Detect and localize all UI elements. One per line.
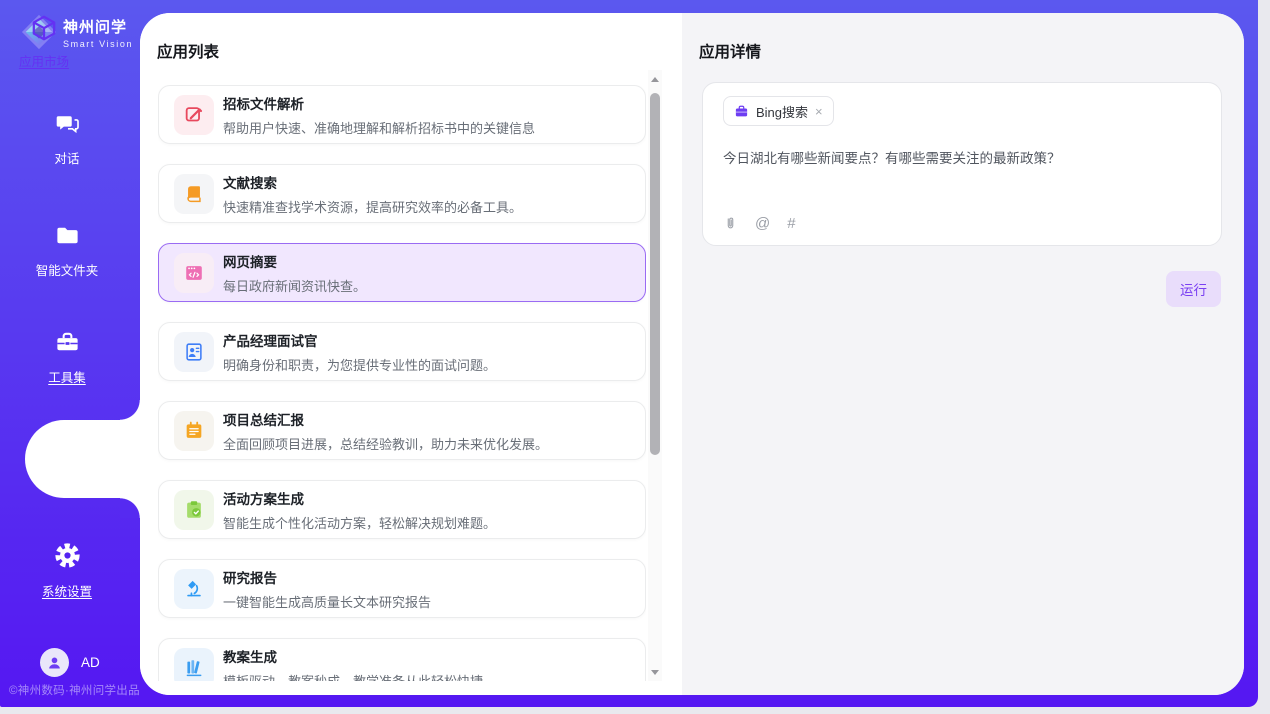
app-canvas: 神州问学 Smart Vision 对话 智能文件夹 — [0, 0, 1258, 707]
copyright-footer: ©神州数码·神州问学出品 — [9, 682, 140, 698]
hash-icon[interactable]: # — [787, 216, 795, 231]
app-desc: 明确身份和职责，为您提供专业性的面试问题。 — [223, 355, 496, 374]
sidebar-item-label: 工具集 — [0, 367, 134, 386]
input-toolbar: @ # — [723, 215, 796, 231]
blob-fillet-top — [120, 400, 140, 420]
app-card-bid-parse[interactable]: 招标文件解析 帮助用户快速、准确地理解和解析招标书中的关键信息 — [158, 85, 646, 144]
sidebar-item-toolset[interactable]: 工具集 — [0, 329, 134, 386]
clipboard-check-icon — [174, 490, 214, 530]
sidebar-item-label: 对话 — [0, 148, 134, 167]
app-name: 产品经理面试官 — [223, 330, 496, 350]
chip-label: Bing搜索 — [756, 102, 808, 121]
app-desc: 帮助用户快速、准确地理解和解析招标书中的关键信息 — [223, 118, 535, 137]
books-icon — [174, 648, 214, 682]
sidebar-item-settings[interactable]: 系统设置 — [0, 541, 134, 600]
cube-icon — [29, 13, 59, 43]
book-icon — [174, 174, 214, 214]
app-desc: 每日政府新闻资讯快查。 — [223, 276, 366, 295]
user-account[interactable]: AD — [40, 648, 100, 677]
folder-icon — [54, 222, 81, 249]
app-card-research-report[interactable]: 研究报告 一键智能生成高质量长文本研究报告 — [158, 559, 646, 618]
app-detail-panel: 应用详情 Bing搜索 × 今日湖北有哪些新闻要点？有哪些需要关注的最新政策？ — [682, 13, 1244, 695]
triangle-up-icon — [651, 77, 659, 82]
app-name: 招标文件解析 — [223, 93, 535, 113]
sidebar-active-highlight — [25, 420, 140, 498]
close-icon[interactable]: × — [815, 105, 823, 118]
app-name: 研究报告 — [223, 567, 431, 587]
main-window: 应用列表 招标文件解析 帮助用户快速、准确地理解和解析招标书中的关键信息 — [140, 13, 1244, 695]
microscope-icon — [174, 569, 214, 609]
app-card-event-plan[interactable]: 活动方案生成 智能生成个性化活动方案，轻松解决规划难题。 — [158, 480, 646, 539]
list-scrollbar[interactable] — [648, 70, 662, 681]
app-desc: 智能生成个性化活动方案，轻松解决规划难题。 — [223, 513, 496, 532]
app-desc: 一键智能生成高质量长文本研究报告 — [223, 592, 431, 611]
app-list-panel: 应用列表 招标文件解析 帮助用户快速、准确地理解和解析招标书中的关键信息 — [140, 13, 682, 695]
app-card-web-summary[interactable]: 网页摘要 每日政府新闻资讯快查。 — [158, 243, 646, 302]
sidebar-item-chat[interactable]: 对话 — [0, 110, 134, 167]
app-desc: 快速精准查找学术资源，提高研究效率的必备工具。 — [223, 197, 522, 216]
sidebar-item-label: 系统设置 — [0, 581, 134, 600]
mention-icon[interactable]: @ — [755, 216, 770, 231]
briefcase-icon — [734, 104, 749, 119]
sidebar-item-label: 应用市场 — [0, 51, 88, 70]
app-card-pm-interviewer[interactable]: 产品经理面试官 明确身份和职责，为您提供专业性的面试问题。 — [158, 322, 646, 381]
person-icon — [46, 654, 63, 671]
query-text[interactable]: 今日湖北有哪些新闻要点？有哪些需要关注的最新政策？ — [723, 149, 1203, 169]
app-name: 网页摘要 — [223, 251, 366, 271]
report-icon — [174, 411, 214, 451]
app-card-list: 招标文件解析 帮助用户快速、准确地理解和解析招标书中的关键信息 文献搜索 快速精… — [158, 85, 646, 681]
app-name: 活动方案生成 — [223, 488, 496, 508]
sidebar-item-smart-folder[interactable]: 智能文件夹 — [0, 222, 134, 279]
scrollbar-thumb[interactable] — [650, 93, 660, 455]
scroll-up-button[interactable] — [648, 72, 662, 86]
app-card-lesson-plan[interactable]: 教案生成 模板驱动，教案秒成，教学准备从此轻松快捷 — [158, 638, 646, 681]
paperclip-icon[interactable] — [723, 215, 738, 231]
gear-icon — [53, 541, 82, 570]
avatar — [40, 648, 69, 677]
toolbox-icon — [54, 329, 81, 356]
app-detail-title: 应用详情 — [699, 40, 761, 62]
app-name: 项目总结汇报 — [223, 409, 548, 429]
sidebar-item-label: 智能文件夹 — [0, 260, 134, 279]
app-desc: 模板驱动，教案秒成，教学准备从此轻松快捷 — [223, 671, 483, 682]
app-list-title: 应用列表 — [157, 40, 219, 62]
blob-fillet-bottom — [120, 498, 140, 518]
sidebar-item-app-market[interactable]: 应用市场 — [0, 13, 88, 70]
app-desc: 全面回顾项目进展，总结经验教训，助力未来优化发展。 — [223, 434, 548, 453]
query-input-card[interactable]: Bing搜索 × 今日湖北有哪些新闻要点？有哪些需要关注的最新政策？ @ # — [702, 82, 1222, 246]
run-button[interactable]: 运行 — [1166, 271, 1221, 307]
tool-chip-bing-search[interactable]: Bing搜索 × — [723, 96, 834, 126]
document-edit-icon — [174, 95, 214, 135]
app-name: 文献搜索 — [223, 172, 522, 192]
interviewer-icon — [174, 332, 214, 372]
triangle-down-icon — [651, 670, 659, 675]
scroll-down-button[interactable] — [648, 665, 662, 679]
app-card-literature-search[interactable]: 文献搜索 快速精准查找学术资源，提高研究效率的必备工具。 — [158, 164, 646, 223]
app-name: 教案生成 — [223, 646, 483, 666]
chat-icon — [54, 110, 81, 137]
user-initials: AD — [81, 655, 100, 670]
sidebar: 神州问学 Smart Vision 对话 智能文件夹 — [0, 0, 140, 707]
app-card-project-summary[interactable]: 项目总结汇报 全面回顾项目进展，总结经验教训，助力未来优化发展。 — [158, 401, 646, 460]
browser-code-icon — [174, 253, 214, 293]
